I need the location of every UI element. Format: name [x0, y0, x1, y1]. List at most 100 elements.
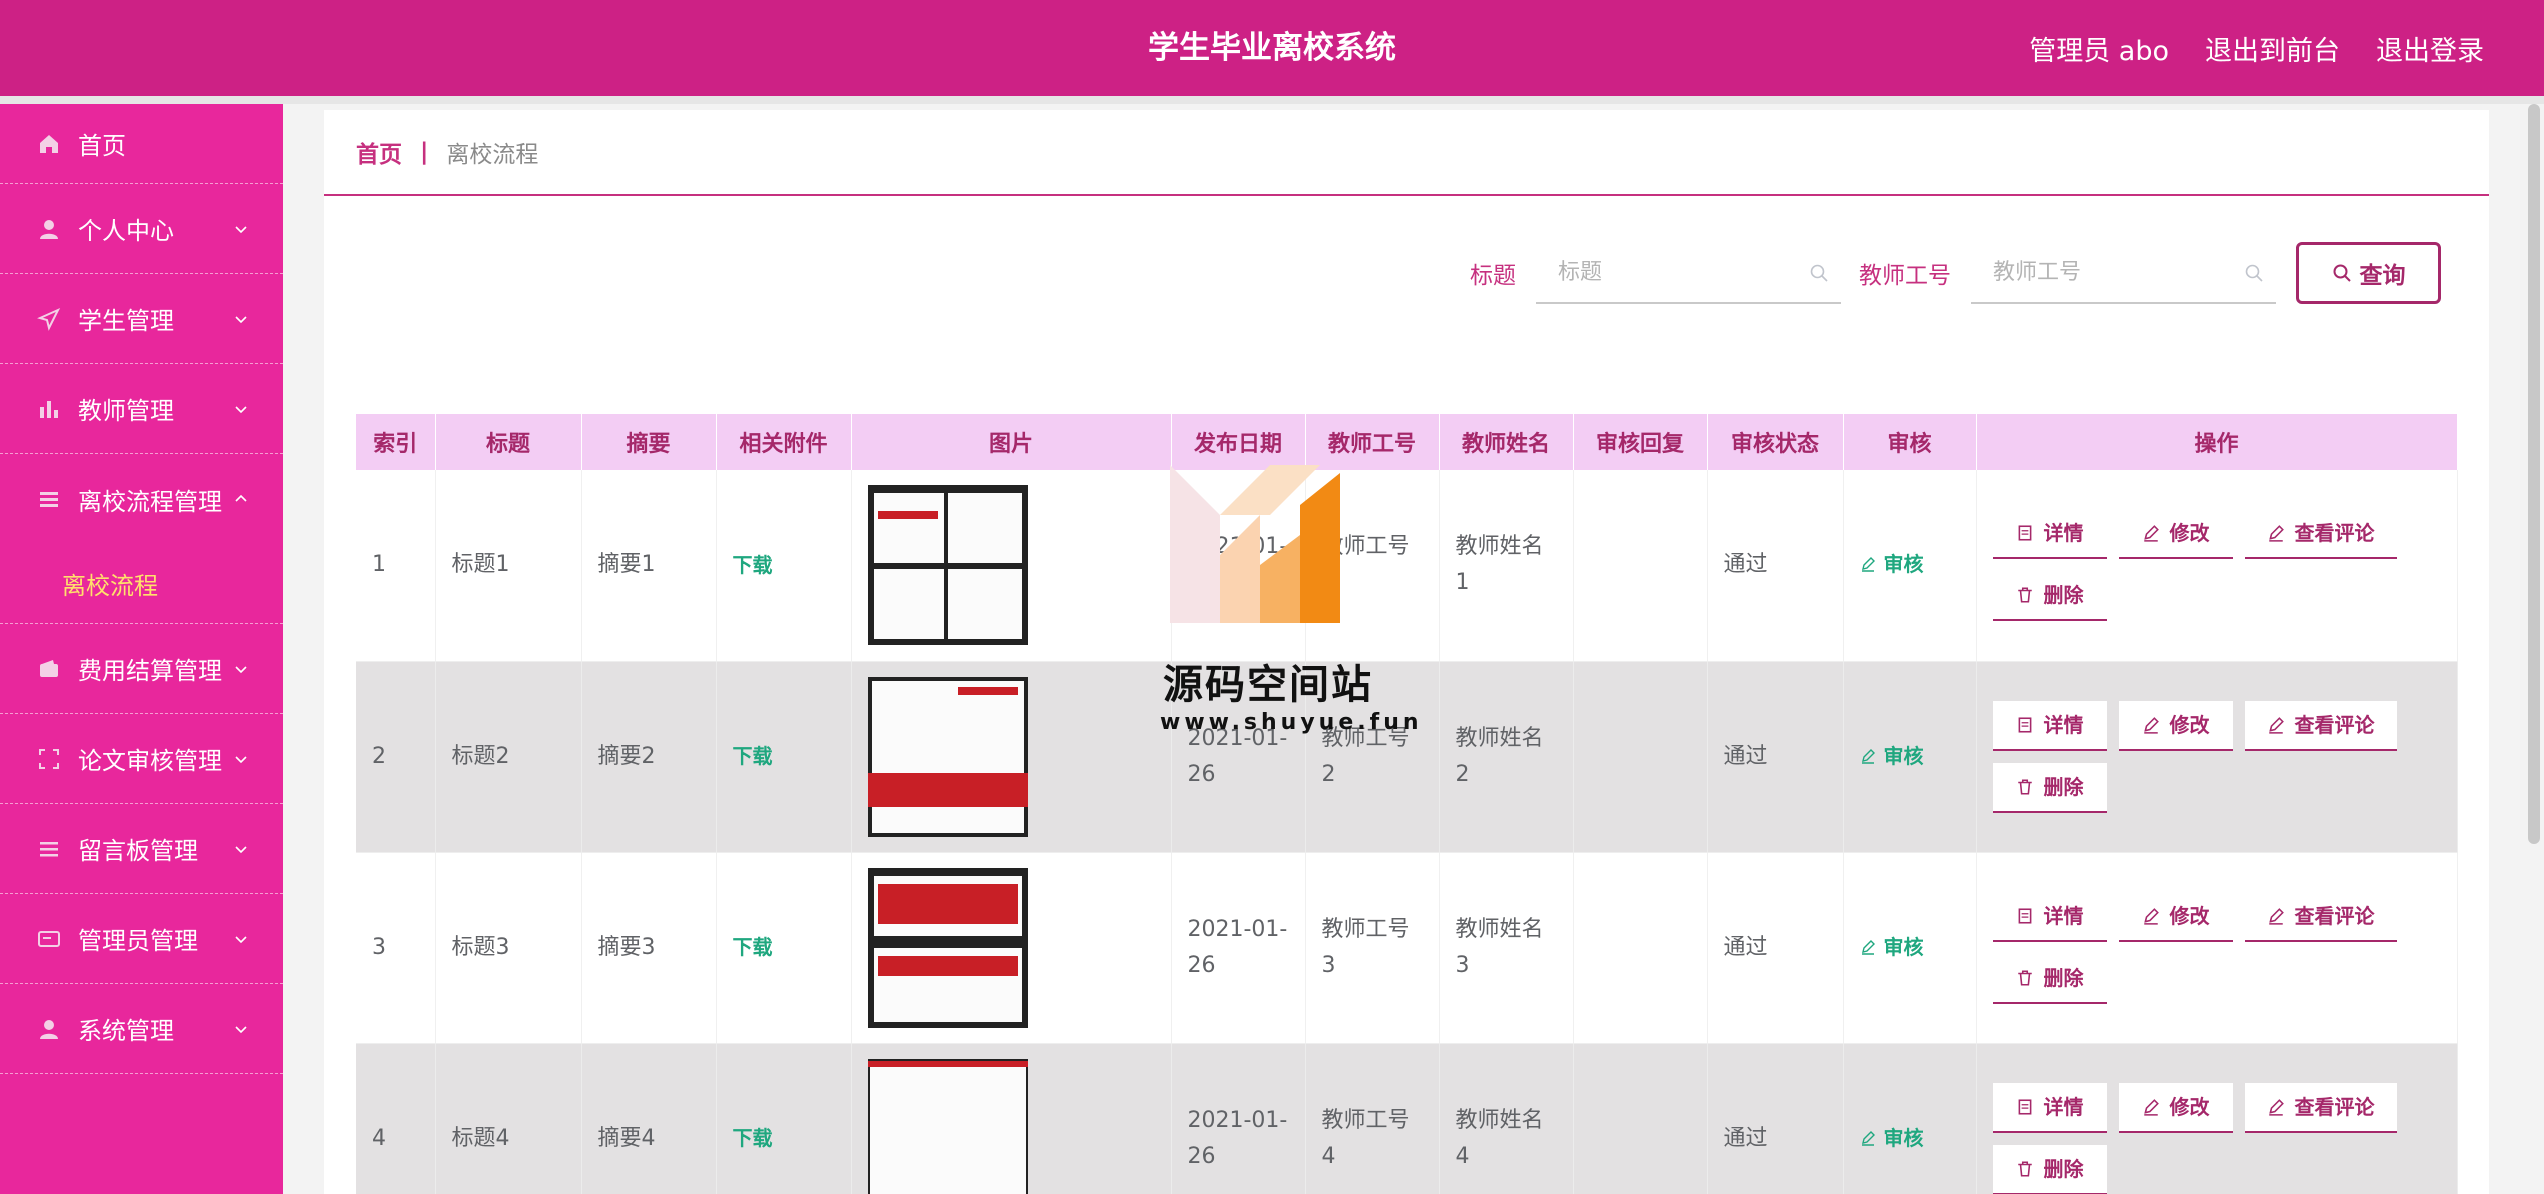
sidebar-item-teacher-management[interactable]: 教师管理 — [0, 364, 283, 454]
detail-label: 详情 — [2043, 903, 2084, 928]
download-link[interactable]: 下载 — [733, 553, 773, 577]
delete-button[interactable]: 删除 — [1992, 953, 2107, 1004]
scrollbar[interactable] — [2528, 104, 2540, 844]
title-search-label: 标题 — [1470, 263, 1516, 289]
title-search-input[interactable] — [1536, 242, 1841, 302]
sidebar-item-leave-process-management[interactable]: 离校流程管理 — [0, 454, 283, 544]
top-header: 学生毕业离校系统 管理员 abo 退出到前台 退出登录 — [0, 0, 2544, 96]
teacher-no-search-input[interactable] — [1971, 242, 2276, 302]
send-icon — [36, 306, 62, 332]
sidebar-item-label: 系统管理 — [78, 1017, 174, 1045]
edit-icon — [1861, 748, 1875, 764]
delete-button[interactable]: 删除 — [1992, 762, 2107, 813]
edit-button[interactable]: 修改 — [2118, 891, 2233, 942]
news-thumbnail[interactable] — [867, 676, 1028, 837]
document-icon — [2018, 716, 2031, 733]
row-actions: 详情 修改 查看评论删除 — [1992, 891, 2423, 1004]
cell-date: 2021-01-26 — [1187, 1107, 1288, 1169]
search-icon — [2333, 264, 2351, 282]
bar-chart-icon — [36, 396, 62, 422]
search-icon — [2245, 264, 2263, 282]
admin-username: 管理员 abo — [2029, 35, 2169, 67]
scan-icon — [36, 746, 62, 772]
view-comments-button[interactable]: 查看评论 — [2244, 1082, 2397, 1133]
detail-button[interactable]: 详情 — [1992, 700, 2107, 751]
column-header: 操作 — [1976, 414, 2458, 470]
sidebar-item-label: 学生管理 — [78, 307, 174, 335]
detail-label: 详情 — [2043, 521, 2084, 546]
audit-link[interactable]: 审核 — [1860, 738, 1924, 774]
sidebar-item-home[interactable]: 首页 — [0, 104, 283, 184]
edit-icon — [2268, 907, 2284, 925]
header-actions: 管理员 abo 退出到前台 退出登录 — [2029, 0, 2484, 96]
column-header: 索引 — [356, 414, 436, 470]
sidebar-item-student-management[interactable]: 学生管理 — [0, 274, 283, 364]
detail-button[interactable]: 详情 — [1992, 891, 2107, 942]
sidebar-subitem-leave-process[interactable]: 离校流程 — [0, 544, 283, 624]
chevron-down-icon — [235, 845, 247, 853]
chevron-down-icon — [235, 225, 247, 233]
sidebar-item-message-board[interactable]: 留言板管理 — [0, 804, 283, 894]
cell-index: 4 — [372, 1125, 386, 1151]
audit-link[interactable]: 审核 — [1860, 929, 1924, 965]
delete-button[interactable]: 删除 — [1992, 1144, 2107, 1194]
logout-link[interactable]: 退出登录 — [2376, 29, 2484, 68]
cell-teacher-name: 教师姓名4 — [1455, 1107, 1544, 1169]
chevron-down-icon — [235, 755, 247, 763]
teacher-no-search-label: 教师工号 — [1859, 263, 1951, 289]
detail-button[interactable]: 详情 — [1992, 509, 2107, 560]
edit-button[interactable]: 修改 — [2118, 1082, 2233, 1133]
detail-button[interactable]: 详情 — [1992, 1082, 2107, 1133]
watermark-url: www.shuyue.fun — [1160, 710, 1423, 735]
exit-to-front-link[interactable]: 退出到前台 — [2205, 29, 2340, 68]
chevron-down-icon — [235, 935, 247, 943]
sidebar-item-label: 费用结算管理 — [78, 657, 222, 685]
download-link[interactable]: 下载 — [733, 744, 773, 768]
title-search-field — [1536, 242, 1841, 304]
sidebar-item-personal-center[interactable]: 个人中心 — [0, 184, 283, 274]
cell-status: 通过 — [1723, 934, 1768, 960]
download-link[interactable]: 下载 — [733, 1126, 773, 1150]
edit-label: 修改 — [2169, 521, 2210, 546]
cell-teacher-no: 教师工号3 — [1321, 916, 1410, 978]
comments-label: 查看评论 — [2294, 1094, 2375, 1119]
cell-date: 2021-01-26 — [1187, 916, 1288, 978]
view-comments-button[interactable]: 查看评论 — [2244, 891, 2397, 942]
view-comments-button[interactable]: 查看评论 — [2244, 509, 2397, 560]
sidebar-item-label: 教师管理 — [78, 397, 174, 425]
view-comments-button[interactable]: 查看评论 — [2244, 700, 2397, 751]
query-button-label: 查询 — [2359, 263, 2406, 289]
sidebar-item-label: 管理员管理 — [78, 927, 198, 955]
sidebar-item-admin-management[interactable]: 管理员管理 — [0, 894, 283, 984]
edit-label: 修改 — [2169, 1094, 2210, 1119]
table-row: 4 标题4 摘要4 下载 2021-01-26 教师工号4 教师姓名4 通过 审核 详情 修改 查看评… — [356, 1043, 2458, 1194]
delete-button[interactable]: 删除 — [1992, 571, 2107, 622]
cell-index: 3 — [372, 934, 386, 960]
sidebar-item-label: 论文审核管理 — [78, 747, 222, 775]
download-link[interactable]: 下载 — [733, 935, 773, 959]
news-thumbnail[interactable] — [867, 485, 1028, 646]
sidebar-item-fee-settlement[interactable]: 费用结算管理 — [0, 624, 283, 714]
query-button[interactable]: 查询 — [2296, 242, 2441, 304]
breadcrumb: 首页 | 离校流程 — [324, 110, 2489, 196]
news-thumbnail[interactable] — [867, 1058, 1028, 1194]
edit-button[interactable]: 修改 — [2118, 509, 2233, 560]
audit-link[interactable]: 审核 — [1860, 1120, 1924, 1156]
search-bar: 标题 教师工号 查询 — [1470, 242, 2441, 304]
audit-link[interactable]: 审核 — [1860, 546, 1924, 582]
edit-icon — [2268, 716, 2284, 734]
edit-icon — [2143, 716, 2159, 734]
document-icon — [2018, 1098, 2031, 1115]
document-icon — [2018, 907, 2031, 924]
column-header: 审核状态 — [1707, 414, 1844, 470]
edit-button[interactable]: 修改 — [2118, 700, 2233, 751]
news-thumbnail[interactable] — [867, 867, 1028, 1028]
edit-icon — [1861, 557, 1875, 572]
sidebar-item-thesis-review[interactable]: 论文审核管理 — [0, 714, 283, 804]
edit-icon — [2268, 1098, 2284, 1116]
column-header: 相关附件 — [716, 414, 852, 470]
breadcrumb-home[interactable]: 首页 — [356, 135, 402, 169]
trash-icon — [2017, 778, 2032, 795]
sidebar-item-system-management[interactable]: 系统管理 — [0, 984, 283, 1074]
edit-icon — [2143, 907, 2159, 925]
